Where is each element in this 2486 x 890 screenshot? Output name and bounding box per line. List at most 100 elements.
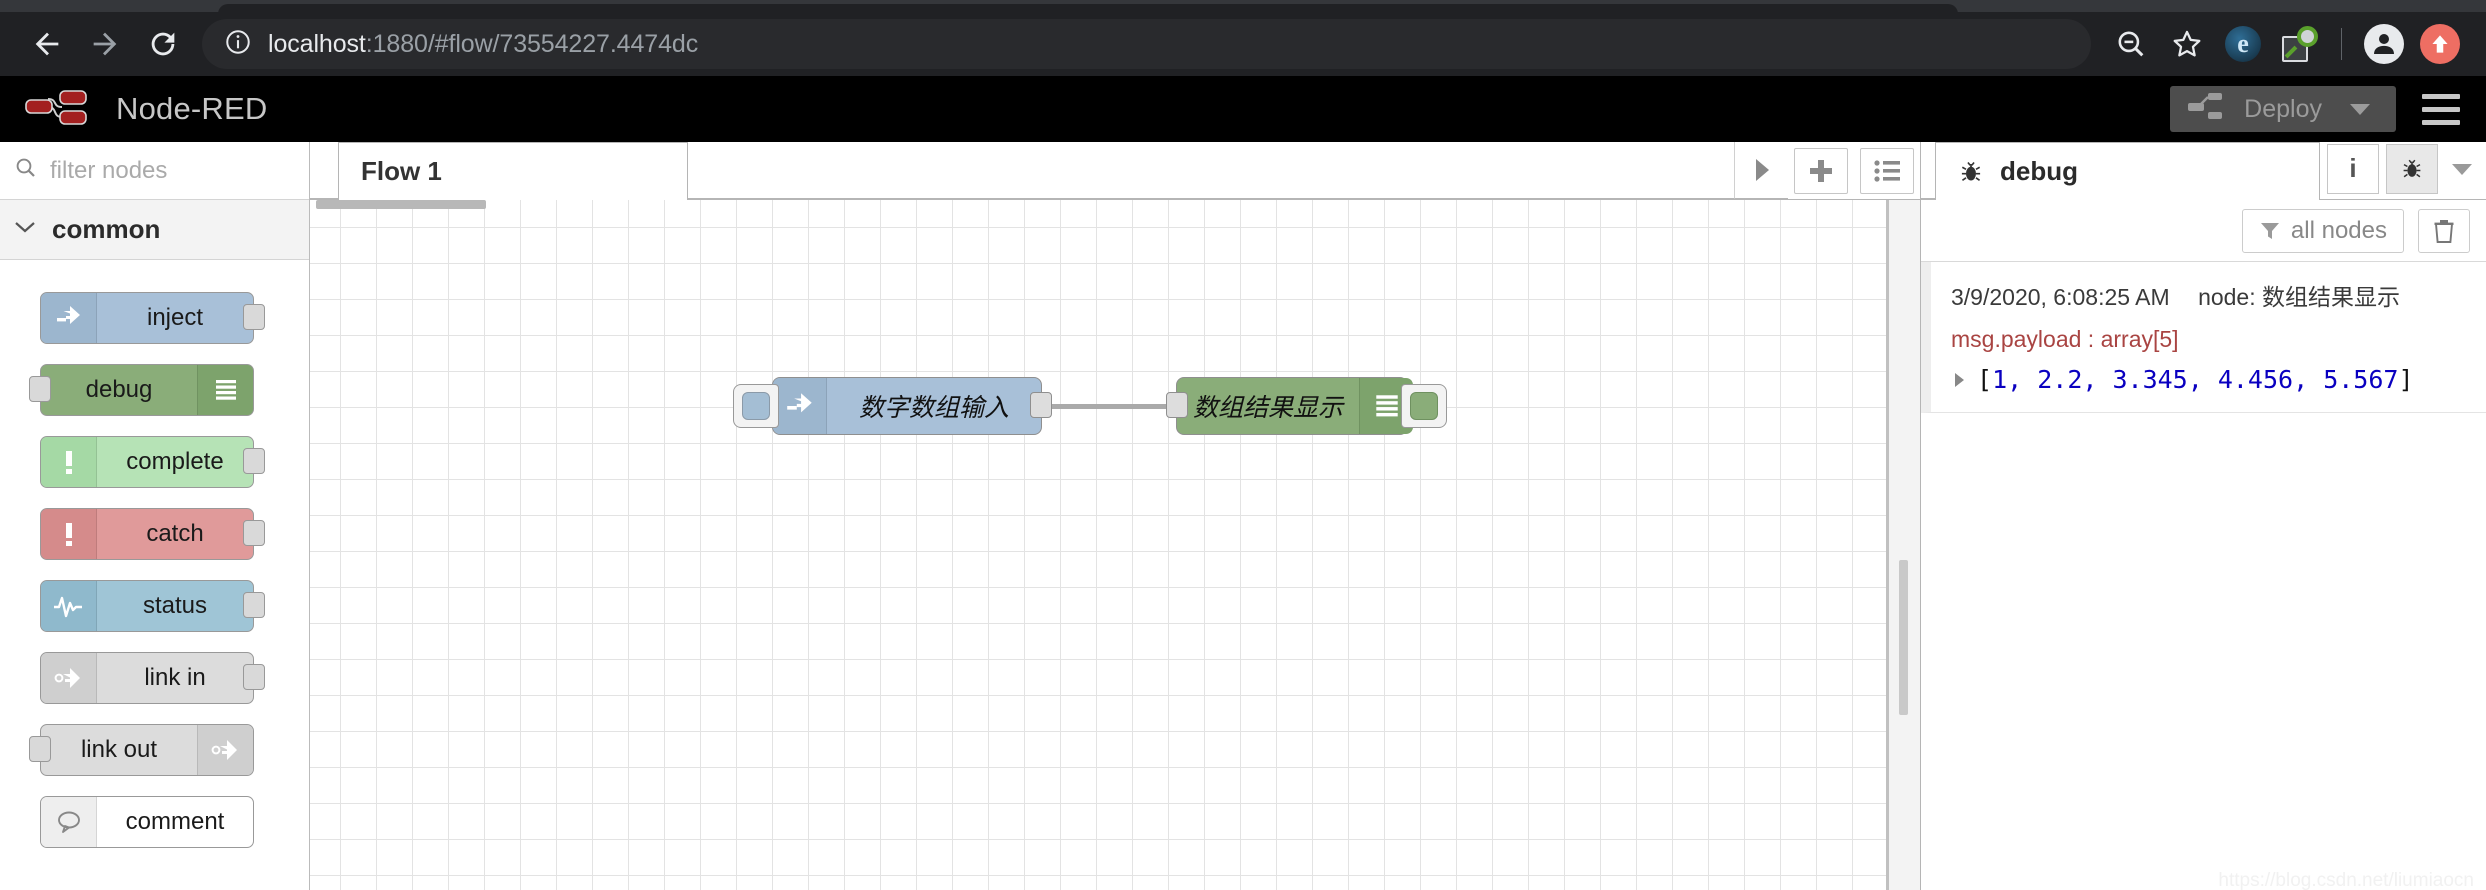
back-arrow-icon [35,32,59,56]
bookmark-button[interactable] [2159,16,2215,72]
site-info-icon[interactable] [224,28,252,61]
forward-button[interactable] [76,15,134,73]
info-label: i [2349,153,2357,183]
palette-item-label: debug [85,376,153,403]
output-port[interactable] [243,592,265,618]
debug-message[interactable]: 3/9/2020, 6:08:25 AM node: 数组结果显示 msg.pa… [1921,262,2486,413]
flow-tab-label: Flow 1 [361,156,442,186]
output-port[interactable] [243,520,265,546]
flow-tab-bar: Flow 1 [310,142,1920,200]
browser-tab-strip[interactable] [0,0,2486,16]
flow-tab-flow-1[interactable]: Flow 1 [338,142,688,200]
comment-bubble-icon [41,797,97,847]
app-title: Node-RED [116,91,268,126]
sidebar-debug-button[interactable] [2386,143,2438,194]
flow-node-inject[interactable]: 数字数组输入 [733,377,1052,435]
star-icon [2173,30,2201,57]
canvas-vertical-scroll-track[interactable] [1886,200,1920,890]
add-flow-button[interactable] [1794,147,1848,194]
inject-trigger-button[interactable] [733,384,779,428]
palette-category-label: common [52,214,161,244]
output-port[interactable] [243,304,265,330]
tab-bar-spacer [310,142,338,199]
tab-bar-fill [688,142,1734,199]
bug-icon [2403,159,2421,177]
palette-item-catch[interactable]: catch [0,498,309,570]
palette-item-label: link in [144,664,206,691]
sidebar-menu-button[interactable] [2438,161,2486,177]
debug-toggle-button[interactable] [1401,384,1447,428]
output-port[interactable] [243,664,265,690]
inject-arrow-icon [41,293,97,343]
array-values: 1, 2.2, 3.345, 4.456, 5.567 [1992,365,2399,394]
address-bar-text: localhost:1880/#flow/73554227.4474dc [268,30,698,59]
palette-item-label: link out [80,736,158,763]
canvas-horizontal-scrollbar[interactable] [316,200,486,209]
palette-item-debug[interactable]: debug [0,354,309,426]
url-path: :1880/#flow/73554227.4474dc [365,29,699,58]
chevron-down-icon [2452,163,2472,175]
node-palette: filter nodes common inject debug complet… [0,142,310,890]
browser-tab[interactable] [218,4,1958,16]
palette-item-comment[interactable]: comment [0,786,309,858]
palette-search[interactable]: filter nodes [0,142,309,200]
hamburger-menu-icon [2422,93,2460,99]
workspace: Flow 1 数字数组输入 数组结果显示 [310,142,1920,890]
palette-category-common[interactable]: common [0,200,309,260]
flow-tab-tools [1734,142,1920,199]
input-port[interactable] [29,376,51,402]
zoom-out-button[interactable] [2103,16,2159,72]
scroll-tabs-right-button[interactable] [1734,142,1788,199]
reload-button[interactable] [134,15,192,73]
debug-clear-button[interactable] [2418,208,2470,253]
palette-item-link-in[interactable]: link in [0,642,309,714]
debug-source-node: node: 数组结果显示 [2198,284,2401,310]
trash-icon [2434,219,2454,243]
brand: Node-RED [22,85,267,134]
palette-item-inject[interactable]: inject [0,282,309,354]
chevron-down-icon[interactable] [2348,95,2394,124]
bug-icon [1958,159,1984,185]
flow-node-debug[interactable]: 数组结果显示 [1166,377,1447,435]
sidebar-info-button[interactable]: i [2327,143,2379,194]
output-port[interactable] [1030,392,1052,418]
flow-node-label: 数组结果显示 [1193,395,1344,422]
app-header: Node-RED Deploy [0,76,2486,142]
funnel-icon [2259,220,2281,242]
extension-search-page-button[interactable] [2271,16,2327,72]
sidebar-tab-tools: i [2320,142,2486,199]
debug-timestamp: 3/9/2020, 6:08:25 AM [1951,284,2170,310]
toolbar-icons: e [2103,16,2468,72]
debug-message-meta: 3/9/2020, 6:08:25 AM node: 数组结果显示 [1951,278,2472,312]
exclamation-icon [41,509,97,559]
palette-item-status[interactable]: status [0,570,309,642]
flow-menu-button[interactable] [1860,147,1914,194]
input-port[interactable] [29,736,51,762]
expand-triangle-icon[interactable] [1951,371,1967,389]
deploy-button[interactable]: Deploy [2170,86,2396,132]
palette-item-link-out[interactable]: link out [0,714,309,786]
profile-avatar-icon [2364,24,2404,64]
forward-arrow-icon [93,32,117,56]
toolbar-divider [2341,28,2342,60]
output-port[interactable] [243,448,265,474]
profile-button[interactable] [2356,16,2412,72]
debug-message-value[interactable]: [ 1, 2.2, 3.345, 4.456, 5.567 ] [1951,365,2472,394]
debug-message-list[interactable]: 3/9/2020, 6:08:25 AM node: 数组结果显示 msg.pa… [1921,262,2486,890]
main-menu-button[interactable] [2410,84,2472,134]
sidebar-tab-debug[interactable]: debug [1935,142,2320,200]
extension-e-button[interactable]: e [2215,16,2271,72]
address-bar[interactable]: localhost:1880/#flow/73554227.4474dc [202,19,2091,69]
palette-item-label: catch [146,520,204,547]
flow-canvas[interactable]: 数字数组输入 数组结果显示 [310,200,1920,890]
link-arrow-icon [197,725,253,775]
update-button[interactable] [2412,16,2468,72]
back-button[interactable] [18,15,76,73]
canvas-vertical-scrollbar[interactable] [1899,560,1908,715]
input-port[interactable] [1166,392,1188,418]
palette-node-list: inject debug complete catch status link … [0,260,309,858]
palette-item-complete[interactable]: complete [0,426,309,498]
url-host: localhost [268,29,366,58]
pulse-icon [41,581,97,631]
debug-filter-button[interactable]: all nodes [2241,208,2404,253]
